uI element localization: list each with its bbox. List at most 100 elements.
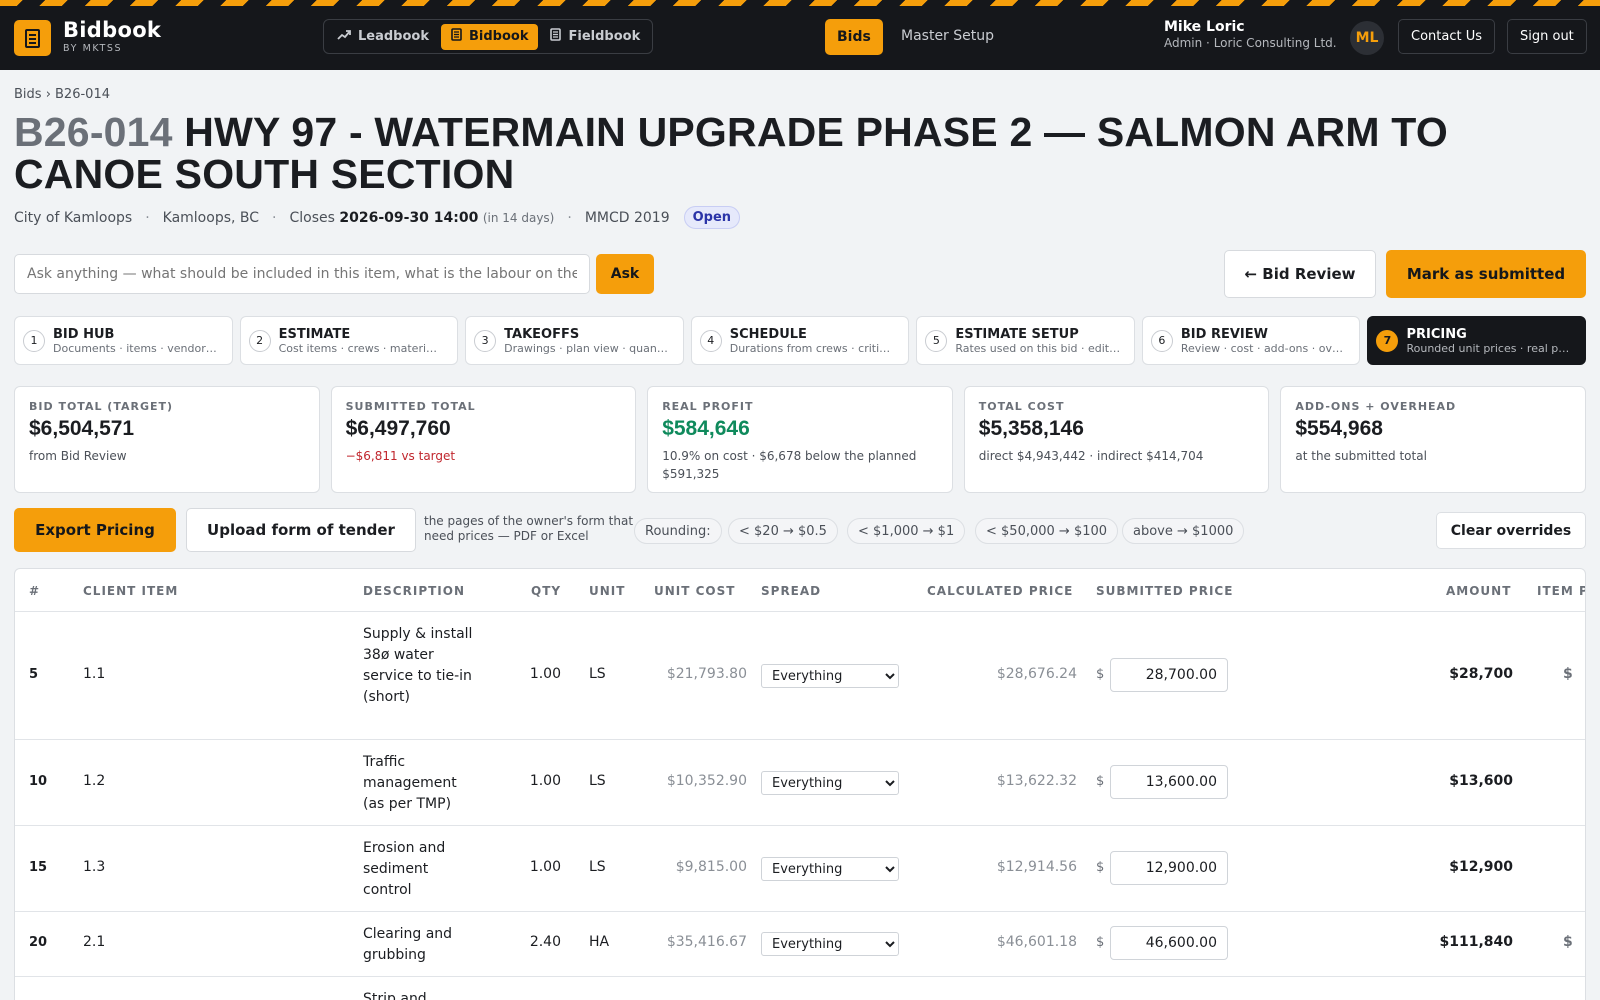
step-sub: Documents · items · vendor… [53,341,217,355]
currency-symbol: $ [1096,860,1105,875]
table-row[interactable]: 20 2.1 Clearing and grubbing 2.40 HA $35… [15,912,1585,977]
bid-review-button[interactable]: ← Bid Review [1224,250,1376,298]
item-description: Strip and [363,991,427,1000]
step-sub: Durations from crews · criti… [729,341,891,355]
ask-button[interactable]: Ask [596,254,654,294]
unit-cost: $10,352.90 [666,773,747,789]
step-estimate[interactable]: 2 ESTIMATE Cost items · crews · materia… [239,316,459,365]
separator: · [145,209,150,226]
row-amount: $111,840 [1439,934,1513,950]
spec-standard: MMCD 2019 [584,209,670,226]
app-tab-leadbook[interactable]: Leadbook [327,24,439,50]
unit-cost: $9,815.00 [675,859,747,875]
kpi-label: SUBMITTED TOTAL [345,400,476,413]
top-bar: Bidbook BY MKTSS Leadbook Bidbook Fieldb… [0,6,1600,70]
item-description: Clearing and grubbing [363,926,453,963]
step-sub: Drawings · plan view · quan… [504,341,668,355]
step-schedule[interactable]: 4 SCHEDULE Durations from crews · criti… [690,316,910,365]
step-number: 2 [248,329,271,352]
user-info: Mike Loric Admin · Loric Consulting Ltd. [1164,19,1337,50]
rounding-rule: < $1,000 → $1 [847,518,966,544]
step-label: SCHEDULE [729,326,807,342]
breadcrumb[interactable]: Bids › B26-014 [14,87,110,102]
upload-note: the pages of the owner's form that need … [424,514,634,543]
kpi-sub: direct $4,943,442 · indirect $414,704 [978,449,1204,463]
step-takeoffs[interactable]: 3 TAKEOFFS Drawings · plan view · quan… [465,316,684,365]
trend-icon [337,29,351,44]
rounding-rule: < $20 → $0.5 [728,518,838,544]
rounding-rule: < $50,000 → $100 [975,518,1119,544]
page-title: B26-014 HWY 97 - WATERMAIN UPGRADE PHASE… [14,111,1594,195]
item-description: Traffic management (as per TMP) [363,754,457,812]
upload-form-button[interactable]: Upload form of tender [186,508,416,552]
kpi-submitted-total: SUBMITTED TOTAL $6,497,760 −$6,811 vs ta… [330,386,637,493]
step-label: BID REVIEW [1180,326,1268,342]
client-item: 2.1 [83,934,106,950]
app-tab-label: Bidbook [469,29,529,44]
step-bid-hub[interactable]: 1 BID HUB Documents · items · vendor… [14,316,233,365]
kpi-sub: −$6,811 vs target [345,449,456,463]
step-label: TAKEOFFS [504,326,580,342]
row-amount: $13,600 [1449,773,1513,789]
currency-symbol: $ [1096,935,1105,950]
submitted-price-input[interactable] [1110,851,1228,885]
submitted-price-input[interactable] [1110,765,1228,799]
spread-select[interactable]: Everything [761,771,899,795]
item-price-truncated: $ [1563,934,1573,950]
step-number: 1 [23,329,45,352]
kpi-label: BID TOTAL (TARGET) [29,400,174,413]
submitted-price-input[interactable] [1110,926,1228,960]
nav-master-setup[interactable]: Master Setup [901,28,994,44]
pricing-table: # CLIENT ITEM DESCRIPTION QTY UNIT UNIT … [14,568,1586,1000]
table-row[interactable]: 5 1.1 Supply & install 38ø water service… [15,612,1585,740]
export-pricing-button[interactable]: Export Pricing [14,508,176,552]
step-number: 7 [1376,329,1399,352]
table-row[interactable]: Strip and [15,977,1585,1000]
kpi-sub: from Bid Review [29,449,127,463]
step-sub: Cost items · crews · materia… [278,341,444,355]
spread-select[interactable]: Everything [761,857,899,881]
project-title: HWY 97 - WATERMAIN UPGRADE PHASE 2 — SAL… [14,109,1448,197]
row-number: 10 [29,774,48,789]
app-tab-bidbook[interactable]: Bidbook [441,23,539,50]
item-unit: LS [589,859,606,875]
app-switcher: Leadbook Bidbook Fieldbook [323,19,653,54]
step-pricing[interactable]: 7 PRICING Rounded unit prices · real p… [1367,316,1587,365]
workflow-steps: 1 BID HUB Documents · items · vendor… 2 E… [14,316,1587,365]
step-bid-review[interactable]: 6 BID REVIEW Review · cost · add-ons · ov… [1141,316,1361,365]
col-header: UNIT COST [654,584,736,598]
app-tab-fieldbook[interactable]: Fieldbook [540,24,650,50]
table-row[interactable]: 10 1.2 Traffic management (as per TMP) 1… [15,740,1585,826]
app-tab-label: Leadbook [358,29,429,44]
step-estimate-setup[interactable]: 5 ESTIMATE SETUP Rates used on this bid ·… [916,316,1135,365]
avatar[interactable]: ML [1350,21,1384,55]
rounding-label: Rounding: [634,518,722,544]
col-header: # [29,584,41,598]
col-header: CALCULATED PRICE [927,584,1074,598]
kpi-value: $6,497,760 [345,417,451,440]
item-description: Erosion and sediment control [363,840,446,898]
row-number: 20 [29,935,48,950]
sign-out-button[interactable]: Sign out [1507,19,1587,54]
clear-overrides-button[interactable]: Clear overrides [1436,512,1586,549]
ask-input[interactable] [14,254,590,294]
brand[interactable]: Bidbook BY MKTSS [63,18,161,54]
contact-us-button[interactable]: Contact Us [1398,19,1495,54]
step-sub: Review · cost · add-ons · ov… [1180,341,1343,355]
submitted-price-input[interactable] [1110,658,1228,692]
spread-select[interactable]: Everything [761,664,899,688]
step-label: ESTIMATE [278,326,351,342]
closes-label: Closes [289,209,335,226]
client-item: 1.2 [83,773,106,789]
mark-submitted-button[interactable]: Mark as submitted [1386,250,1586,298]
step-sub: Rates used on this bid · edit… [955,341,1121,355]
item-description: Supply & install 38ø water service to ti… [363,626,473,705]
kpi-bid-total: BID TOTAL (TARGET) $6,504,571 from Bid R… [14,386,320,493]
spread-select[interactable]: Everything [761,932,899,956]
app-tab-label: Fieldbook [568,29,641,44]
nav-bids[interactable]: Bids [825,19,883,55]
kpi-cards: BID TOTAL (TARGET) $6,504,571 from Bid R… [14,386,1586,493]
table-row[interactable]: 15 1.3 Erosion and sediment control 1.00… [15,826,1585,912]
unit-cost: $35,416.67 [666,934,747,950]
col-header: UNIT [589,584,626,598]
